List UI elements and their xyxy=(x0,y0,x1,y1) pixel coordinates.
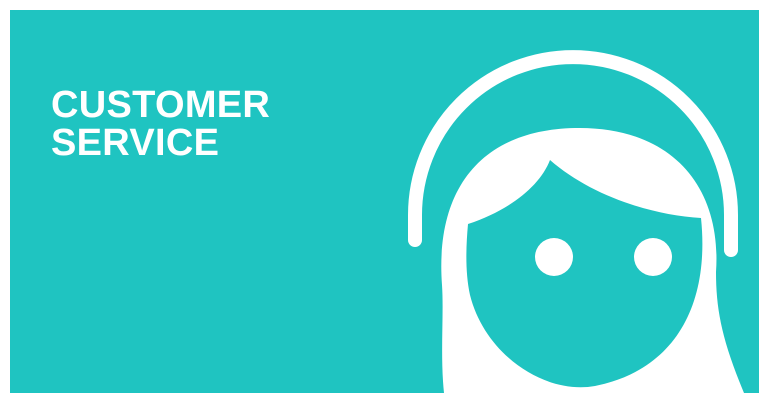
customer-service-banner: CUSTOMER SERVICE xyxy=(10,10,759,393)
left-eye-icon xyxy=(535,238,573,276)
headset-agent-icon xyxy=(408,50,744,393)
right-eye-icon xyxy=(634,238,672,276)
